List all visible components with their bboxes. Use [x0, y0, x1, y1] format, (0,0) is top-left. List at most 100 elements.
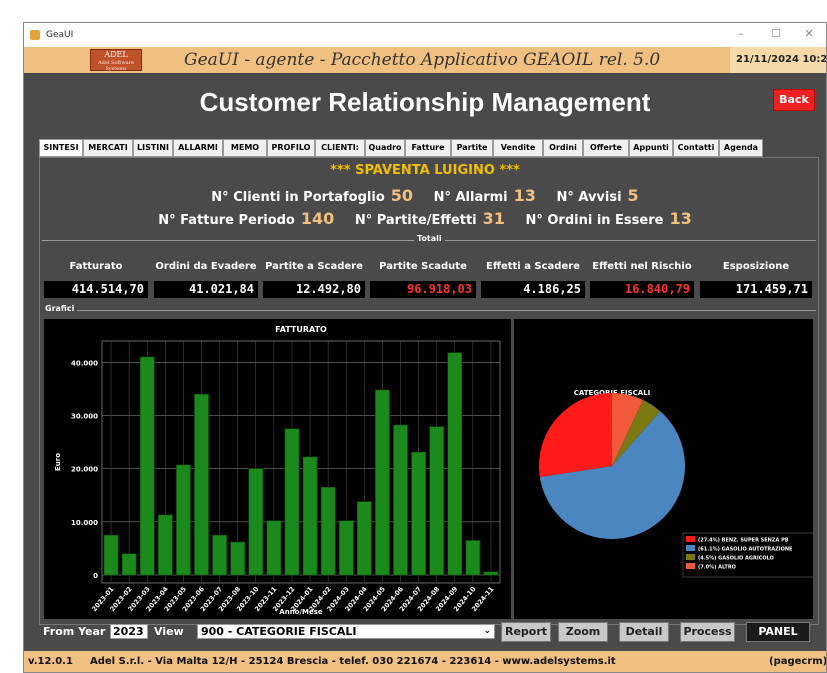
detail-button[interactable]: Detail — [619, 622, 669, 642]
grafici-divider — [42, 310, 816, 311]
from-year-input[interactable]: 2023 — [110, 624, 148, 639]
tab-bar: SINTESI MERCATI LISTINI ALLARMI MEMO PROFILO C… — [39, 139, 819, 157]
totals-header: Partite Scadute — [379, 260, 467, 272]
bar — [139, 356, 155, 576]
tab-clienti[interactable]: CLIENTI: — [315, 139, 365, 157]
process-button[interactable]: Process — [680, 622, 735, 642]
bar-chart-svg: FATTURATO010.00020.00030.00040.0002023-0… — [54, 325, 501, 616]
adel-logo: ADEL Adel Software Systems — [90, 49, 142, 72]
page-title: Customer Relationship Management — [199, 87, 651, 117]
tab-profilo[interactable]: PROFILO — [267, 139, 315, 157]
legend-label: (61.1%) GASOLIO AUTOTRAZIONE — [698, 547, 793, 553]
avvisi-label: N° Avvisi — [556, 190, 622, 205]
app-header-bar: ADEL Adel Software Systems GeaUI - agent… — [24, 47, 826, 73]
allarmi-label: N° Allarmi — [433, 190, 508, 205]
bar — [483, 571, 499, 576]
totals-value: 12.492,80 — [263, 281, 365, 298]
tab-vendite[interactable]: Vendite — [493, 139, 543, 157]
totals-header: Partite a Scadere — [265, 260, 363, 272]
view-label: View — [154, 625, 184, 638]
avvisi-value: 5 — [627, 186, 639, 205]
tab-allarmi[interactable]: ALLARMI — [173, 139, 223, 157]
bar — [284, 428, 300, 576]
version-label: v.12.0.1 — [28, 656, 73, 667]
tab-agenda[interactable]: Agenda — [719, 139, 763, 157]
bar — [266, 520, 282, 576]
partite-value: 31 — [482, 209, 505, 228]
application-name: GeaUI - agente - Pacchetto Applicativo G… — [184, 50, 661, 70]
bar — [248, 468, 264, 576]
bar — [338, 520, 354, 576]
view-select-value: 900 - CATEGORIE FISCALI — [201, 625, 357, 638]
totals-header: Fatturato — [69, 260, 123, 272]
tab-listini[interactable]: LISTINI — [133, 139, 173, 157]
totals-value: 414.514,70 — [44, 281, 148, 298]
totals-header: Effetti nel Rischio — [592, 260, 692, 272]
status-bar: v.12.0.1 Adel S.r.l. - Via Malta 12/H - … — [24, 651, 826, 672]
ordini-value: 13 — [669, 209, 692, 228]
tab-fatture[interactable]: Fatture — [405, 139, 451, 157]
fatturato-chart: FATTURATO 0 10.000 20.000 30.000 40.000 2023-0… — [44, 319, 511, 619]
legend-swatch — [686, 563, 695, 569]
tab-ordini[interactable]: Ordini — [543, 139, 583, 157]
minimize-icon[interactable]: – — [726, 27, 756, 40]
tab-partite[interactable]: Partite — [451, 139, 493, 157]
legend-swatch — [686, 545, 695, 551]
tab-mercati[interactable]: MERCATI — [83, 139, 133, 157]
company-info: Adel S.r.l. - Via Malta 12/H - 25124 Bre… — [90, 656, 616, 667]
maximize-icon[interactable]: ☐ — [761, 27, 791, 40]
tab-contatti[interactable]: Contatti — [673, 139, 719, 157]
bar — [393, 424, 408, 576]
tab-sintesi[interactable]: SINTESI — [39, 139, 83, 157]
tab-offerte[interactable]: Offerte — [583, 139, 629, 157]
bar — [194, 393, 209, 576]
bar — [356, 501, 372, 576]
stats-row-2: N° Fatture Periodo 140 N° Partite/Effetti… — [24, 209, 826, 228]
tab-quadro[interactable]: Quadro — [365, 139, 405, 157]
bar — [176, 464, 191, 576]
partite-label: N° Partite/Effetti — [354, 213, 477, 228]
date-time: 21/11/2024 10:20:12 — [730, 47, 826, 73]
y-tick-label: 0 — [93, 572, 98, 580]
y-tick-label: 30.000 — [71, 412, 98, 420]
totals-value: 41.021,84 — [154, 281, 258, 298]
app-icon — [30, 30, 40, 40]
tab-memo[interactable]: MEMO — [223, 139, 267, 157]
from-year-label: From Year — [43, 625, 106, 638]
back-button[interactable]: Back — [773, 89, 815, 111]
y-tick-label: 40.000 — [71, 359, 98, 367]
tab-appunti[interactable]: Appunti — [629, 139, 673, 157]
legend-label: (7.0%) ALTRO — [698, 565, 736, 571]
legend-swatch — [686, 536, 695, 542]
y-tick-label: 10.000 — [71, 519, 98, 527]
client-name: *** SPAVENTA LUIGINO *** — [330, 163, 520, 178]
panel-button[interactable]: PANEL — [746, 622, 810, 642]
totals-header: Ordini da Evadere — [155, 260, 257, 272]
zoom-button[interactable]: Zoom — [558, 622, 608, 642]
totals-value: 171.459,71 — [700, 281, 812, 298]
fatture-label: N° Fatture Periodo — [158, 213, 295, 228]
totals-header: Effetti a Scadere — [486, 260, 580, 272]
x-axis-label: Anno/Mese — [279, 608, 323, 616]
bar — [157, 514, 173, 576]
bar — [230, 541, 246, 576]
view-select[interactable]: 900 - CATEGORIE FISCALI ⌄ — [197, 624, 495, 639]
chart-title: FATTURATO — [275, 325, 327, 334]
bar — [465, 540, 481, 576]
categorie-fiscali-chart: CATEGORIE FISCALI (27.4%) BENZ. SUPER SEN… — [514, 319, 816, 619]
bar — [411, 451, 426, 576]
report-button[interactable]: Report — [501, 622, 551, 642]
legend-swatch — [686, 554, 695, 560]
totals-value: 4.186,25 — [481, 281, 585, 298]
bar — [121, 553, 137, 576]
app-window: GeaUI – ☐ ✕ ADEL Adel Software Systems G… — [23, 22, 827, 673]
totals-header: Esposizione — [722, 260, 790, 272]
bar — [447, 352, 463, 576]
allarmi-value: 13 — [513, 186, 536, 205]
totals-value: 16.840,79 — [590, 281, 694, 298]
pie-slice — [539, 393, 612, 477]
bar — [302, 456, 318, 576]
bar — [212, 534, 227, 576]
logo-subtext: Adel Software Systems — [98, 60, 134, 72]
close-icon[interactable]: ✕ — [794, 27, 824, 40]
